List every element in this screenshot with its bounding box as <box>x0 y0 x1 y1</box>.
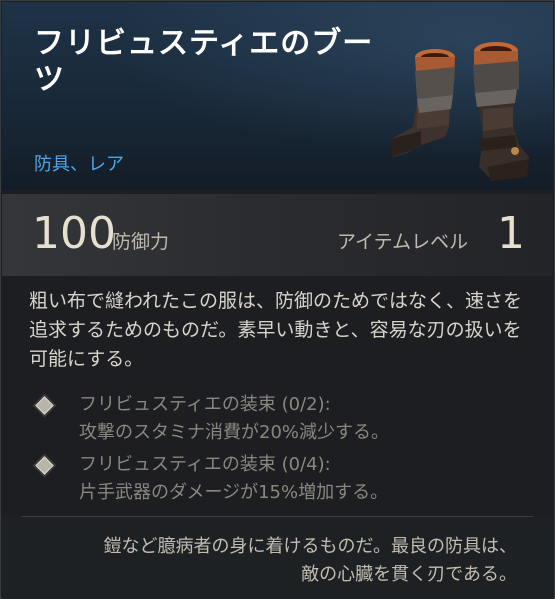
flavor-line-2: 敵の心臓を貫く刃である。 <box>301 564 517 585</box>
item-type: 防具、レア <box>34 154 124 175</box>
set-bonus-title: フリビュスティエの装束 (0/4): <box>79 454 331 475</box>
tooltip-header: フリビュスティエのブーツ 防具、レア <box>2 2 553 190</box>
defense-label: 防御力 <box>112 231 170 253</box>
item-level-value: 1 <box>497 208 525 259</box>
diamond-bullet-icon <box>35 396 54 415</box>
item-name: フリビュスティエのブーツ <box>34 26 374 97</box>
item-level-label: アイテムレベル <box>337 231 469 253</box>
defense-value: 100 <box>32 208 116 259</box>
stat-bar: 100 防御力 アイテムレベル 1 <box>2 194 553 276</box>
diamond-bullet-icon <box>35 456 54 475</box>
flavor-text: 鎧など臆病者の身に着けるものだ。最良の防具は、 敵の心臓を貫く刃である。 <box>47 533 517 589</box>
set-bonus-effect: 片手武器のダメージが15%増加する。 <box>79 482 389 503</box>
set-bonus-effect: 攻撃のスタミナ消費が20%減少する。 <box>79 422 390 443</box>
item-description: 粗い布で縫われたこの服は、防御のためではなく、速さを追求するためのものだ。素早い… <box>29 290 523 370</box>
leather-boots-icon <box>391 42 529 181</box>
flavor-section: 鎧など臆病者の身に着けるものだ。最良の防具は、 敵の心臓を貫く刃である。 <box>2 517 553 599</box>
flavor-line-1: 鎧など臆病者の身に着けるものだ。最良の防具は、 <box>103 536 517 557</box>
item-tooltip: フリビュスティエのブーツ 防具、レア 100 防御力 アイテムレベル 1 粗い布… <box>0 0 555 599</box>
set-bonus-title: フリビュスティエの装束 (0/2): <box>79 394 331 415</box>
